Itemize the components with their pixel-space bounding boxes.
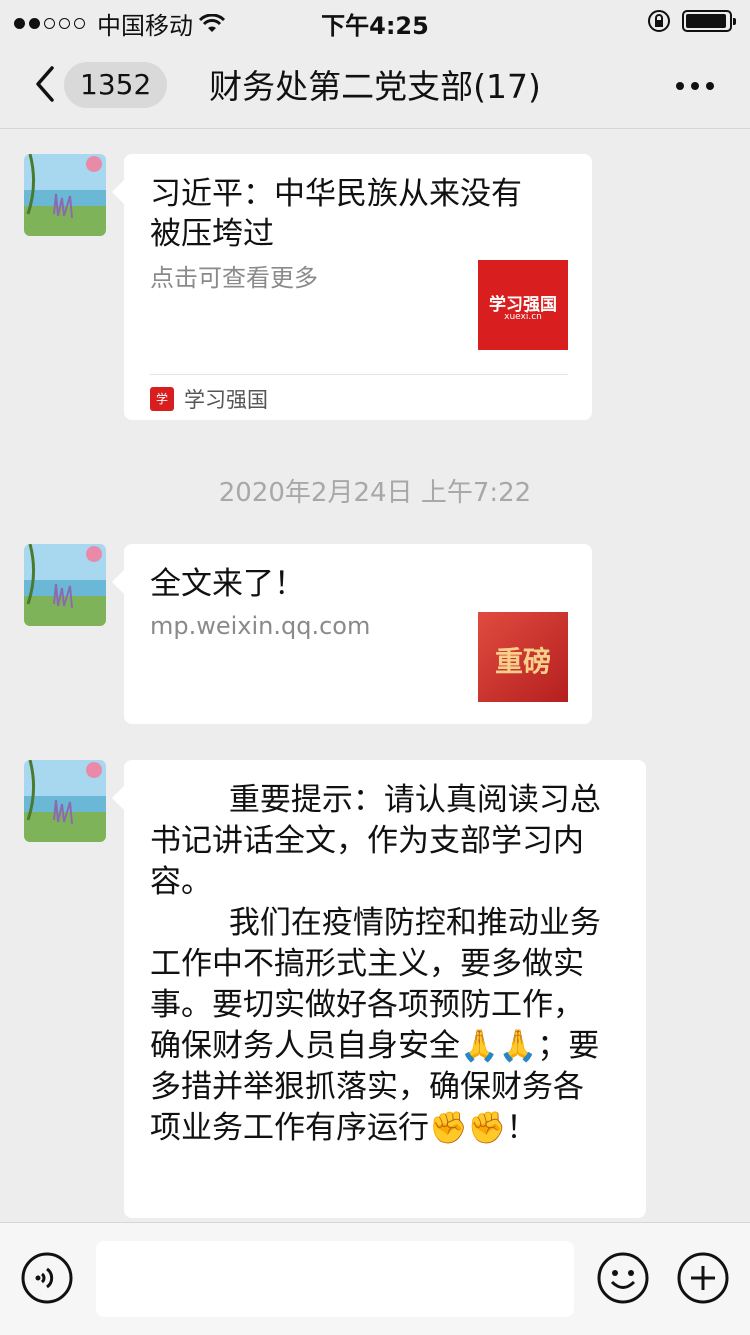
link-description: 点击可查看更多 bbox=[150, 264, 318, 292]
message-input[interactable] bbox=[96, 1241, 574, 1317]
timestamp: 2020年2月24日 上午7:22 bbox=[218, 478, 532, 508]
text-message-bubble[interactable]: 重要提示：请认真阅读习总书记讲话全文，作为支部学习内容。 我们在疫情防控和推动业… bbox=[112, 760, 646, 1218]
link-title: 全文来了！ bbox=[150, 566, 305, 602]
link-card[interactable]: 全文来了！ mp.weixin.qq.com 重磅 bbox=[112, 544, 592, 724]
more-options-icon[interactable] bbox=[676, 82, 714, 90]
thumbnail-text: 重磅 bbox=[494, 645, 551, 678]
chat-header: 1352 财务处第二党支部(17) bbox=[0, 40, 750, 129]
avatar[interactable] bbox=[24, 760, 106, 842]
emoji-icon[interactable] bbox=[596, 1251, 650, 1305]
rotation-lock-icon bbox=[648, 10, 670, 32]
link-source: 学 学习强国 bbox=[150, 384, 268, 414]
voice-input-icon[interactable] bbox=[20, 1251, 74, 1305]
input-bar bbox=[0, 1222, 750, 1335]
link-thumbnail: 重磅 bbox=[478, 612, 568, 702]
link-title: 习近平：中华民族从来没有被压垮过 bbox=[150, 176, 522, 252]
avatar[interactable] bbox=[24, 544, 106, 626]
avatar[interactable] bbox=[24, 154, 106, 236]
link-description: mp.weixin.qq.com bbox=[150, 612, 371, 640]
thumbnail-subtext: xuexi.cn bbox=[504, 312, 542, 322]
add-more-icon[interactable] bbox=[676, 1251, 730, 1305]
divider bbox=[150, 374, 568, 375]
status-bar: 中国移动 下午4:25 bbox=[0, 0, 750, 40]
clock: 下午4:25 bbox=[321, 12, 429, 40]
message-text: 重要提示：请认真阅读习总书记讲话全文，作为支部学习内容。 我们在疫情防控和推动业… bbox=[150, 782, 601, 1146]
xuexi-logo-icon: 学 bbox=[150, 387, 174, 411]
source-label: 学习强国 bbox=[184, 388, 268, 412]
link-thumbnail: 学习强国 xuexi.cn bbox=[478, 260, 568, 350]
battery-icon bbox=[682, 10, 736, 32]
chat-title: 财务处第二党支部(17) bbox=[209, 67, 541, 106]
link-card[interactable]: 习近平：中华民族从来没有被压垮过 点击可查看更多 学习强国 xuexi.cn 学… bbox=[112, 154, 592, 420]
